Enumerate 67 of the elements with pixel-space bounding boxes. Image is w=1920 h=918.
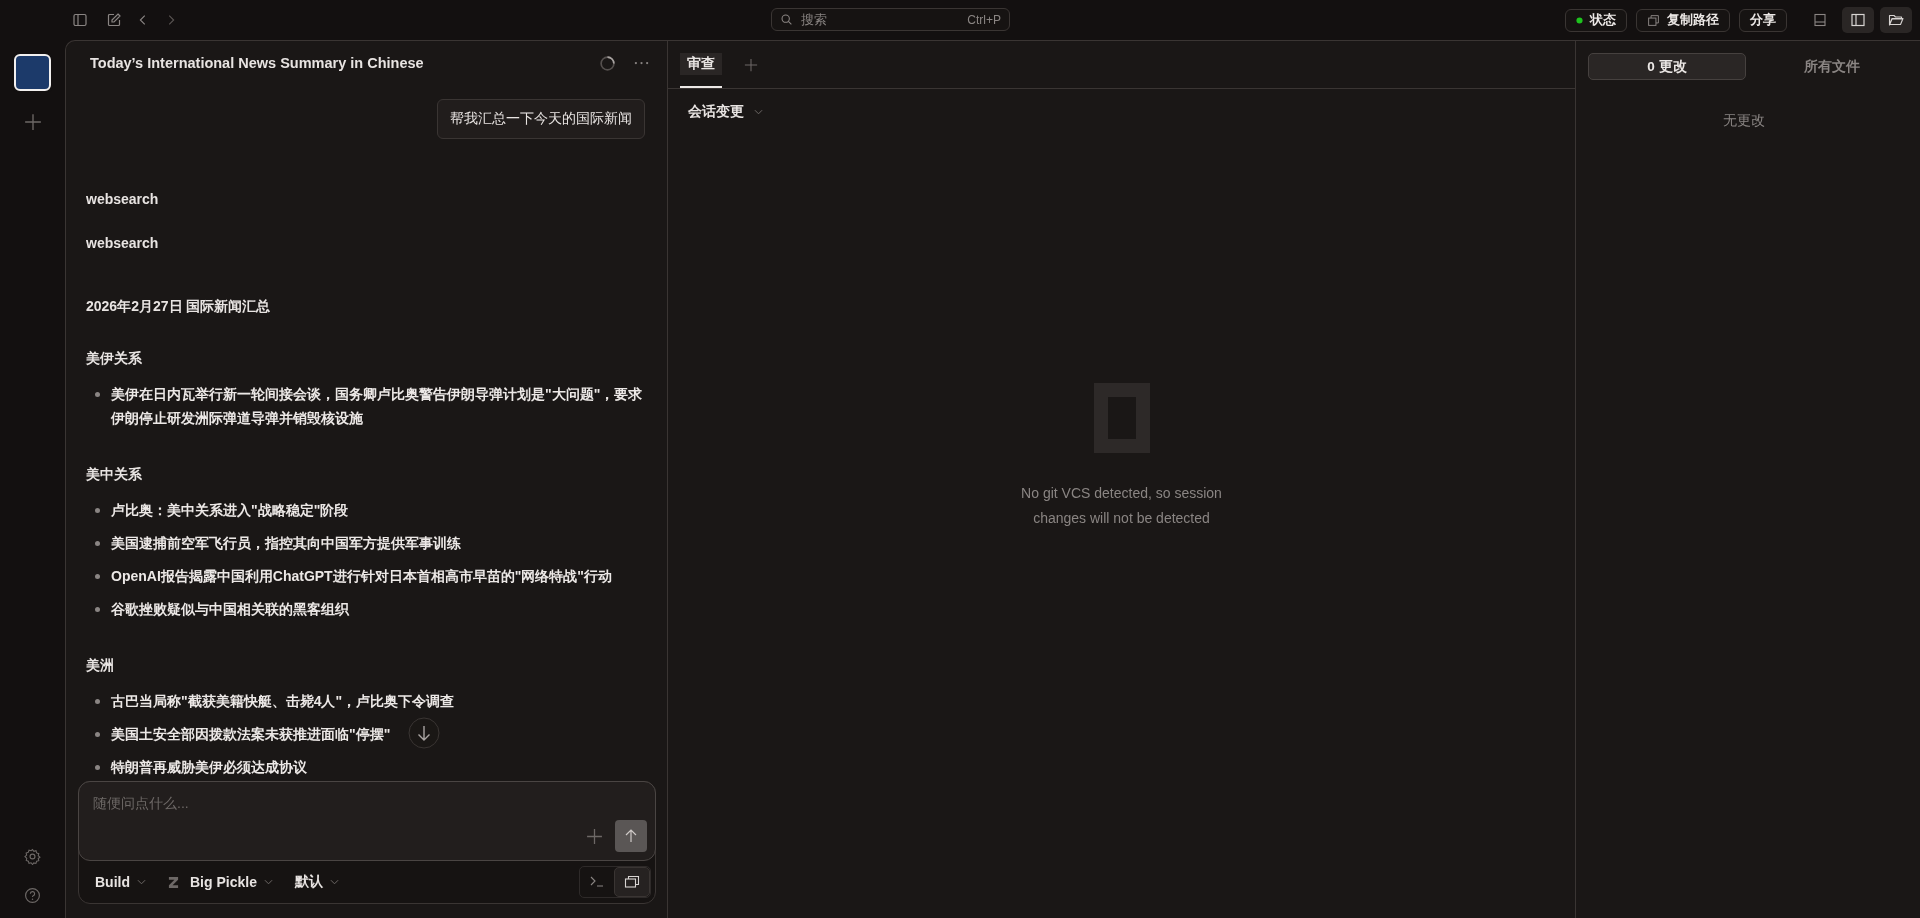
message-input[interactable]: 随便问点什么... bbox=[78, 781, 656, 861]
section-heading: 美中关系 bbox=[86, 465, 142, 484]
new-session-icon[interactable] bbox=[106, 12, 122, 28]
folder-icon bbox=[1888, 12, 1904, 28]
toolbar-button[interactable]: 状态 bbox=[1565, 8, 1627, 32]
option-dropdown[interactable]: Big Pickle bbox=[168, 874, 273, 890]
chat-windows-icon bbox=[624, 874, 640, 890]
option-dropdown[interactable]: 默认 bbox=[294, 873, 339, 891]
files-tab[interactable]: 所有文件 bbox=[1754, 54, 1910, 79]
empty-message: No git VCS detected, so session changes will not be detected bbox=[1020, 484, 1223, 528]
bullet-icon bbox=[95, 732, 100, 737]
section-heading: 美伊关系 bbox=[86, 349, 142, 368]
news-item: 谷歌挫败疑似与中国相关联的黑客组织 bbox=[111, 600, 349, 619]
search-field[interactable]: 搜索 Ctrl+P bbox=[771, 8, 1010, 31]
send-button[interactable] bbox=[615, 820, 647, 852]
summary-heading: 2026年2月27日 国际新闻汇总 bbox=[86, 297, 271, 316]
news-item: 美国土安全部因拨款法案未获推进面临"停摆" bbox=[111, 725, 391, 744]
search-input[interactable]: 搜索 bbox=[799, 11, 962, 28]
mode-toggle[interactable] bbox=[614, 867, 650, 897]
panel-toggle[interactable] bbox=[1880, 7, 1912, 33]
settings-icon[interactable] bbox=[24, 848, 41, 865]
news-item: 美伊在日内瓦举行新一轮间接会谈，国务卿卢比奥警告伊朗导弹计划是"大问题"，要求伊朗停止研发洲际弹道导弹并销毁核设施 bbox=[111, 385, 644, 428]
bullet-icon bbox=[95, 607, 100, 612]
news-item: 古巴当局称"截获美籍快艇、击毙4人"，卢比奥下令调查 bbox=[111, 692, 455, 711]
bottom-panel-icon bbox=[1812, 12, 1828, 28]
model-icon bbox=[168, 875, 179, 889]
toolbar-button[interactable]: 复制路径 bbox=[1636, 8, 1730, 32]
bullet-icon bbox=[95, 765, 100, 770]
news-item: 卢比奥：美中关系进入"战略稳定"阶段 bbox=[111, 501, 349, 520]
tool-call-label: websearch bbox=[86, 234, 159, 253]
news-item: 美国逮捕前空军飞行员，指控其向中国军方提供军事训练 bbox=[111, 534, 461, 553]
bullet-icon bbox=[95, 699, 100, 704]
loading-icon bbox=[599, 54, 616, 72]
session-title: Today’s International News Summary in Chinese bbox=[90, 55, 425, 71]
files-tab[interactable]: 0 更改 bbox=[1588, 53, 1746, 80]
scroll-down-button[interactable] bbox=[408, 717, 440, 749]
more-icon[interactable] bbox=[634, 60, 649, 66]
bullet-icon bbox=[95, 508, 100, 513]
bullet-icon bbox=[95, 574, 100, 579]
add-icon[interactable] bbox=[586, 827, 603, 845]
add-icon[interactable] bbox=[23, 113, 42, 131]
news-item: 特朗普再威胁美伊必须达成协议 bbox=[111, 758, 307, 777]
copy-icon bbox=[1647, 13, 1660, 27]
tool-call-label: websearch bbox=[86, 190, 159, 209]
bullet-icon bbox=[95, 392, 100, 397]
news-item: OpenAI报告揭露中国利用ChatGPT进行针对日本首相高市早苗的"网络特战"行动 bbox=[111, 567, 612, 586]
bullet-icon bbox=[95, 541, 100, 546]
user-message: 帮我汇总一下今天的国际新闻 bbox=[437, 99, 645, 139]
arrow-up-icon bbox=[623, 828, 639, 844]
option-dropdown[interactable]: Build bbox=[95, 874, 146, 890]
empty-message: 无更改 bbox=[1723, 112, 1765, 130]
status-dot-icon bbox=[1576, 16, 1583, 24]
panel-toggle[interactable] bbox=[1842, 7, 1874, 33]
sidebar-toggle-icon[interactable] bbox=[72, 12, 88, 28]
chevron-down-icon bbox=[263, 879, 273, 885]
search-icon bbox=[780, 13, 793, 26]
project-avatar[interactable] bbox=[14, 54, 51, 91]
chevron-down-icon bbox=[137, 879, 146, 885]
chevron-down-icon bbox=[754, 109, 763, 115]
prompt-input[interactable]: 随便问点什么... bbox=[91, 794, 647, 812]
section-heading: 美洲 bbox=[86, 656, 114, 675]
toolbar-button[interactable]: 分享 bbox=[1739, 8, 1787, 32]
help-icon[interactable] bbox=[24, 887, 41, 904]
chevron-down-icon bbox=[329, 879, 339, 885]
changes-dropdown[interactable]: 会话变更 bbox=[668, 89, 763, 121]
side-panel-icon bbox=[1850, 12, 1866, 28]
shortcut-hint: Ctrl+P bbox=[967, 12, 1001, 27]
